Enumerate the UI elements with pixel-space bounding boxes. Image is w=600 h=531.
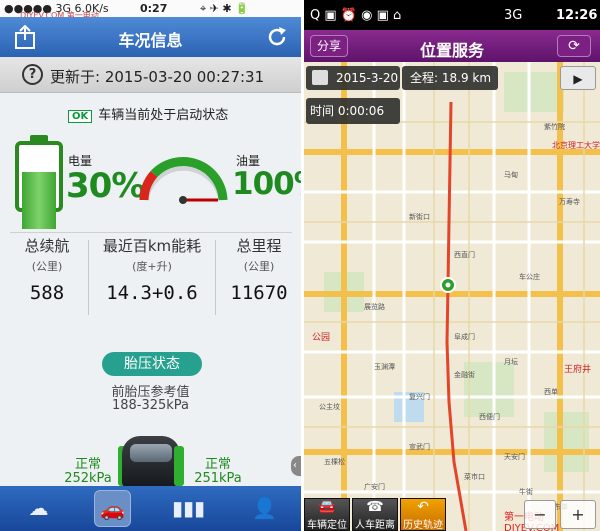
tab-history-track[interactable]: ↶ 历史轨迹 [400, 498, 446, 531]
status-icons: Q ▣ ⏰ ◉ ▣ ⌂ [310, 8, 402, 23]
divider [215, 240, 216, 315]
stat-odometer: 总里程 (公里) 11670 [230, 237, 288, 304]
page-title: 位置服务 [419, 41, 484, 60]
page-title: 车况信息 [118, 31, 183, 50]
battery-fill [22, 171, 56, 229]
tire-ref-value: 188-325kPa [111, 398, 190, 413]
history-icon: ↶ [417, 499, 429, 515]
zoom-out-button[interactable]: − [524, 500, 556, 529]
network-indicator: 3G [504, 8, 523, 23]
stat-consumption: 最近百km能耗 (度+升) 14.3+0.6 [102, 237, 202, 304]
tab-vehicle-location[interactable]: 🚘 车辆定位 [304, 498, 350, 531]
battery-icon [15, 135, 63, 229]
vehicle-state: OK 车辆当前处于启动状态 [68, 104, 228, 123]
car-icon [122, 436, 180, 488]
ios-status-bar: ●●●●● 3G 6.0K/s 0:27 DIYEV.COM 第一电动 ⌖ ✈ … [0, 0, 301, 20]
android-status-bar: Q ▣ ⏰ ◉ ▣ ⌂ 3G 12:26 [304, 0, 600, 30]
updated-time: 更新于: 2015-03-20 00:27:31 [50, 68, 265, 86]
map-pin-icon: 🚘 [318, 499, 336, 515]
refresh-icon[interactable]: ⟳ [557, 35, 591, 57]
tab-person-car-distance[interactable]: ☎ 人车距离 [352, 498, 398, 531]
ok-badge: OK [68, 110, 93, 123]
tab-bar: ☁ 🚗 ▮▮▮ 👤 [0, 486, 301, 531]
collapse-handle[interactable]: ‹ [291, 456, 301, 476]
play-button[interactable]: ▶ [560, 66, 596, 90]
bar-chart-icon[interactable]: ▮▮▮ [170, 490, 207, 527]
route-distance: 全程: 18.9 km [402, 66, 498, 90]
tire-pressure-button[interactable]: 胎压状态 [102, 352, 202, 376]
battery-percent: 30% [66, 166, 145, 206]
status-icons: ⌖ ✈ ✱ 🔋 [200, 2, 249, 15]
route-duration: 时间 0:00:06 [306, 98, 400, 124]
fuel-percent: 100% [232, 166, 301, 202]
person-icon[interactable]: 👤 [246, 490, 283, 527]
map-roads [304, 62, 600, 531]
update-bar: ? 更新于: 2015-03-20 00:27:31 [0, 57, 301, 93]
divider [88, 240, 89, 315]
right-tire-status: 正常 251kPa [194, 457, 242, 486]
vehicle-state-text: 车辆当前处于启动状态 [98, 108, 229, 123]
car-icon[interactable]: 🚗 [94, 490, 131, 527]
right-wheel-indicator [174, 446, 184, 486]
app-header: 车况信息 [0, 17, 301, 57]
bottom-tab-bar: 🚘 车辆定位 ☎ 人车距离 ↶ 历史轨迹 − + [304, 498, 600, 531]
fuel-gauge-icon [136, 150, 231, 205]
vehicle-status-screen: ●●●●● 3G 6.0K/s 0:27 DIYEV.COM 第一电动 ⌖ ✈ … [0, 0, 301, 531]
stats-panel: 总续航 (公里) 588 最近百km能耗 (度+升) 14.3+0.6 总里程 … [0, 235, 301, 323]
help-icon[interactable]: ? [22, 64, 43, 85]
location-service-screen: Q ▣ ⏰ ◉ ▣ ⌂ 3G 12:26 分享 位置服务 ⟳ 北京理工大学 紫竹… [304, 0, 600, 531]
refresh-icon[interactable] [265, 25, 289, 49]
map-view[interactable]: 北京理工大学 紫竹院 万寿寺 马甸 西直门 新街口 车公庄 展览路 公园 阜成门… [304, 62, 600, 531]
clock: 12:26 [556, 8, 598, 23]
stat-range: 总续航 (公里) 588 [24, 237, 70, 304]
left-tire-status: 正常 252kPa [64, 457, 112, 486]
app-header: 分享 位置服务 ⟳ [304, 30, 600, 62]
date-selector[interactable]: 2015-3-20 [306, 66, 400, 90]
person-icon: ☎ [366, 499, 384, 515]
zoom-in-button[interactable]: + [560, 500, 596, 529]
cloud-icon[interactable]: ☁ [20, 490, 57, 527]
calendar-icon [312, 70, 328, 85]
divider [10, 232, 292, 233]
clock: 0:27 [140, 2, 168, 15]
